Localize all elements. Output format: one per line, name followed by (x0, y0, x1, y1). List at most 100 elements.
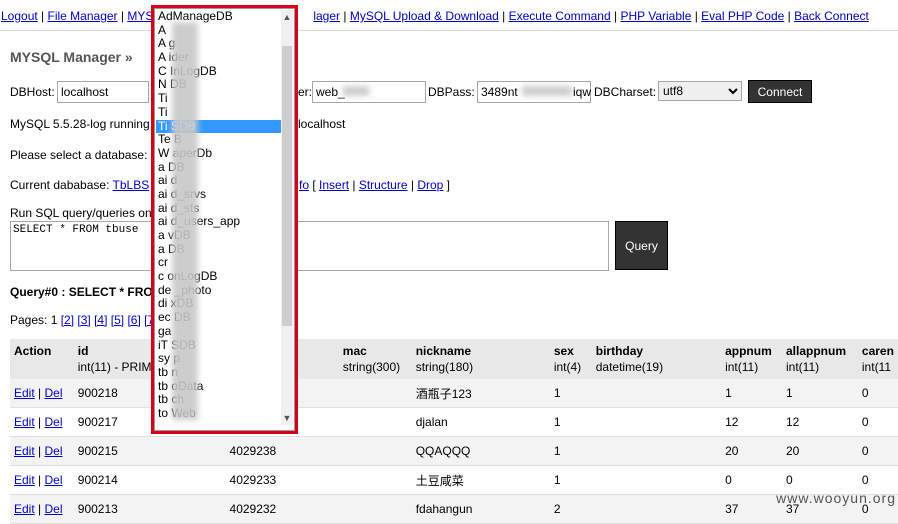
col-sex: sex int(4) (549, 339, 592, 379)
cell-sex: 1 (549, 379, 592, 408)
col-nickname: nickname string(180) (411, 339, 550, 379)
dbcharset-select[interactable]: utf8 (658, 81, 742, 101)
dropdown-scrollbar[interactable]: ▲ ▼ (281, 10, 293, 425)
redaction-blur (522, 86, 572, 96)
db-structure-link[interactable]: Structure (359, 178, 408, 192)
db-insert-link[interactable]: Insert (319, 178, 349, 192)
pagination: Pages: 1 [2] [3] [4] [5] [6] [7 (10, 313, 154, 327)
current-db-link[interactable]: TbLBS (113, 178, 150, 192)
nav-execute-command[interactable]: Execute Command (509, 9, 611, 23)
cell-caren: 0 (857, 379, 898, 408)
nav-file-manager[interactable]: File Manager (48, 9, 118, 23)
nav-mysql-manager[interactable]: MYS (127, 9, 153, 23)
cell-sex: 2 (549, 494, 592, 524)
nav-logout[interactable]: Logout (1, 9, 38, 23)
cell-nickname: 土豆咸菜 (411, 465, 550, 495)
scrollbar-thumb[interactable] (282, 46, 292, 326)
nav-php-variable[interactable]: PHP Variable (620, 9, 691, 23)
row-actions: Edit | Del (10, 407, 74, 437)
table-row: Edit | Del 900218 酒瓶子123 1 1 1 0 (10, 379, 898, 408)
database-dropdown-list[interactable]: AdManageDBAA gA iderC InLogDBN DBTiTiTi … (151, 5, 298, 434)
edit-link[interactable]: Edit (14, 386, 35, 400)
cell-id: 900213 (73, 494, 226, 524)
cell-allappnum: 20 (782, 436, 858, 466)
col-birthday: birthday datetime(19) (591, 339, 722, 379)
row-actions: Edit | Del (10, 465, 74, 495)
dbhost-label: DBHost: (10, 85, 55, 99)
nav-eval-php[interactable]: Eval PHP Code (701, 9, 784, 23)
pages-label: Pages: 1 (10, 313, 58, 327)
sql-query-textarea[interactable]: SELECT * FROM tbuse (10, 221, 609, 271)
edit-link[interactable]: Edit (14, 415, 35, 429)
page-link[interactable]: [4] (94, 313, 107, 327)
cell-nickname: fdahangun (411, 494, 550, 524)
nav-back-connect[interactable]: Back Connect (794, 9, 869, 23)
col-caren: caren int(11 (857, 339, 898, 379)
cell-allappnum: 12 (782, 407, 858, 437)
cell-appnum: 0 (721, 465, 782, 495)
watermark: www.wooyun.org (776, 490, 896, 506)
page-link[interactable]: [5] (111, 313, 124, 327)
nav-links: Logout | File Manager | MYS lager | MySQL… (1, 9, 869, 23)
edit-link[interactable]: Edit (14, 444, 35, 458)
col-appnum: appnum int(11) (721, 339, 782, 379)
mysql-status: MySQL 5.5.28-log running (10, 117, 150, 131)
del-link[interactable]: Del (44, 473, 62, 487)
row-actions: Edit | Del (10, 436, 74, 466)
edit-link[interactable]: Edit (14, 502, 35, 516)
cell-sex: 1 (549, 407, 592, 437)
cell-nickname: 酒瓶子123 (411, 379, 550, 408)
cell-mac (338, 436, 412, 466)
cell-sex: 1 (549, 436, 592, 466)
db-info-link[interactable]: fo (299, 178, 309, 192)
page-link[interactable]: [3] (77, 313, 90, 327)
page-title: MYSQL Manager » (10, 49, 133, 65)
nav-mysql-manager-tail[interactable]: lager (313, 9, 340, 23)
connect-button[interactable]: Connect (748, 80, 812, 103)
cell-sex: 1 (549, 465, 592, 495)
redaction-blur (172, 22, 198, 420)
table-row: Edit | Del 900214 4029233 土豆咸菜 1 0 0 0 (10, 465, 898, 495)
dbuser-label: er: (298, 85, 313, 99)
page-link[interactable]: [2] (61, 313, 74, 327)
redaction-blur (343, 86, 369, 96)
cell-c2: 4029232 (225, 494, 339, 524)
current-db-label: Current dababase: (10, 178, 110, 192)
cell-mac (338, 407, 412, 437)
dbhost-input[interactable] (57, 81, 149, 103)
dbuser-input[interactable] (312, 81, 426, 103)
del-link[interactable]: Del (44, 386, 62, 400)
scroll-down-icon[interactable]: ▼ (281, 413, 293, 423)
results-table: Action idint(11) - PRIM MARY macstring(3… (10, 339, 898, 524)
cell-birthday (591, 407, 722, 437)
nav-mysql-upload[interactable]: MySQL Upload & Download (350, 9, 499, 23)
current-db-line: Current dababase: TbLBS (10, 178, 149, 192)
col-mac: mac string(300) (338, 339, 412, 379)
scroll-up-icon[interactable]: ▲ (281, 12, 293, 22)
cell-caren: 0 (857, 436, 898, 466)
del-link[interactable]: Del (44, 444, 62, 458)
row-actions: Edit | Del (10, 379, 74, 408)
cell-nickname: djalan (411, 407, 550, 437)
page-link[interactable]: [6] (127, 313, 140, 327)
run-sql-label: Run SQL query/queries on (10, 206, 152, 220)
del-link[interactable]: Del (44, 502, 62, 516)
cell-mac (338, 494, 412, 524)
cell-appnum: 1 (721, 379, 782, 408)
cell-appnum: 12 (721, 407, 782, 437)
col-action: Action (10, 339, 74, 379)
db-drop-link[interactable]: Drop (417, 178, 443, 192)
cell-nickname: QQAQQQ (411, 436, 550, 466)
cell-birthday (591, 436, 722, 466)
cell-mac (338, 379, 412, 408)
cell-c2: 4029233 (225, 465, 339, 495)
dbpass-tail: iqw (573, 85, 592, 99)
cell-id: 900215 (73, 436, 226, 466)
edit-link[interactable]: Edit (14, 473, 35, 487)
row-actions: Edit | Del (10, 494, 74, 524)
table-row: Edit | Del 900217 4029237 djalan 1 12 12… (10, 407, 898, 437)
dbpass-label: DBPass: (428, 85, 475, 99)
cell-appnum: 37 (721, 494, 782, 524)
del-link[interactable]: Del (44, 415, 62, 429)
query-button[interactable]: Query (615, 221, 668, 270)
